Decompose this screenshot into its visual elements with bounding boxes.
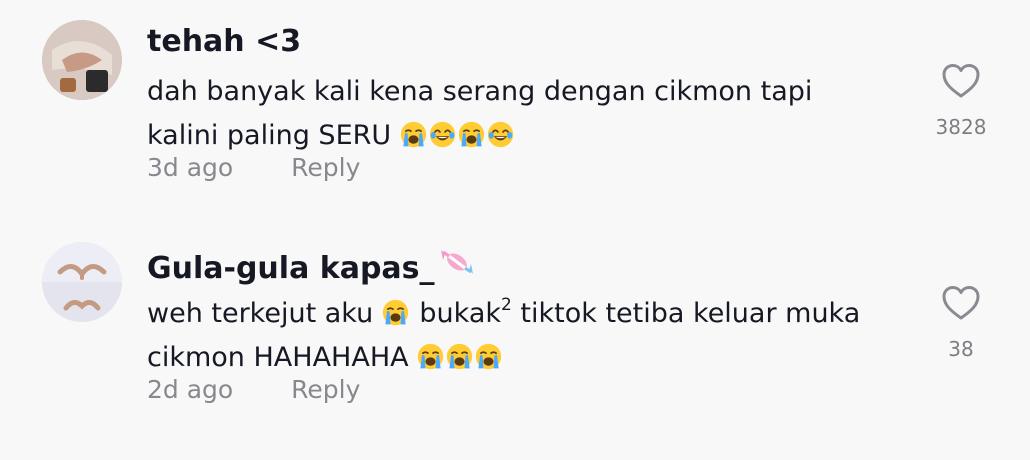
loudly-crying-face-emoji: [400, 121, 427, 148]
comment-username-text: Gula-gula kapas_: [147, 251, 435, 286]
comment-meta: 2d ago Reply: [147, 372, 360, 408]
comment-item: tehah <3 dah banyak kali kena serang den…: [0, 0, 1030, 220]
avatar-photo-icon: [42, 20, 122, 100]
loudly-crying-face-emoji: [475, 343, 502, 370]
comment-text-segment: weh terkejut aku: [147, 298, 374, 329]
reply-button[interactable]: Reply: [291, 375, 360, 404]
comment-item: Gula-gula kapas_ weh terkejut aku bukak2…: [0, 222, 1030, 442]
heart-icon[interactable]: [941, 284, 981, 322]
like-count: 3828: [935, 115, 987, 139]
loudly-crying-face-emoji: [458, 121, 485, 148]
heart-icon[interactable]: [941, 62, 981, 100]
loudly-crying-face-emoji: [446, 343, 473, 370]
like-control: 38: [915, 284, 1007, 362]
like-control: 3828: [915, 62, 1007, 140]
loudly-crying-face-emoji: [382, 299, 409, 326]
comment-timestamp: 2d ago: [147, 375, 234, 404]
comment-text-line: weh terkejut aku bukak2 tiktok tetiba ke…: [147, 292, 907, 336]
comment-username[interactable]: tehah <3: [147, 22, 301, 62]
tears-of-joy-emoji: [429, 121, 456, 148]
comment-text: weh terkejut aku bukak2 tiktok tetiba ke…: [147, 292, 907, 380]
comment-timestamp: 3d ago: [147, 153, 234, 182]
avatar[interactable]: [42, 242, 122, 322]
comment-text-segment: tiktok tetiba keluar muka: [520, 298, 861, 329]
tears-of-joy-emoji: [487, 121, 514, 148]
avatar-photo-icon: [42, 242, 122, 322]
comment-text: dah banyak kali kena serang dengan cikmo…: [147, 70, 907, 158]
comment-text-segment: kalini paling SERU: [147, 120, 392, 151]
candy-icon: [439, 244, 475, 280]
comment-meta: 3d ago Reply: [147, 150, 360, 186]
loudly-crying-face-emoji: [417, 343, 444, 370]
comment-username[interactable]: Gula-gula kapas_: [147, 244, 475, 289]
superscript-text: 2: [501, 295, 512, 315]
comment-text-line: dah banyak kali kena serang dengan cikmo…: [147, 70, 907, 114]
reply-button[interactable]: Reply: [291, 153, 360, 182]
comment-text-segment: bukak: [419, 298, 501, 329]
avatar[interactable]: [42, 20, 122, 100]
like-count: 38: [948, 337, 974, 361]
comment-text-segment: cikmon HAHAHAHA: [147, 342, 409, 373]
comment-text-segment: dah banyak kali kena serang dengan cikmo…: [147, 76, 813, 107]
